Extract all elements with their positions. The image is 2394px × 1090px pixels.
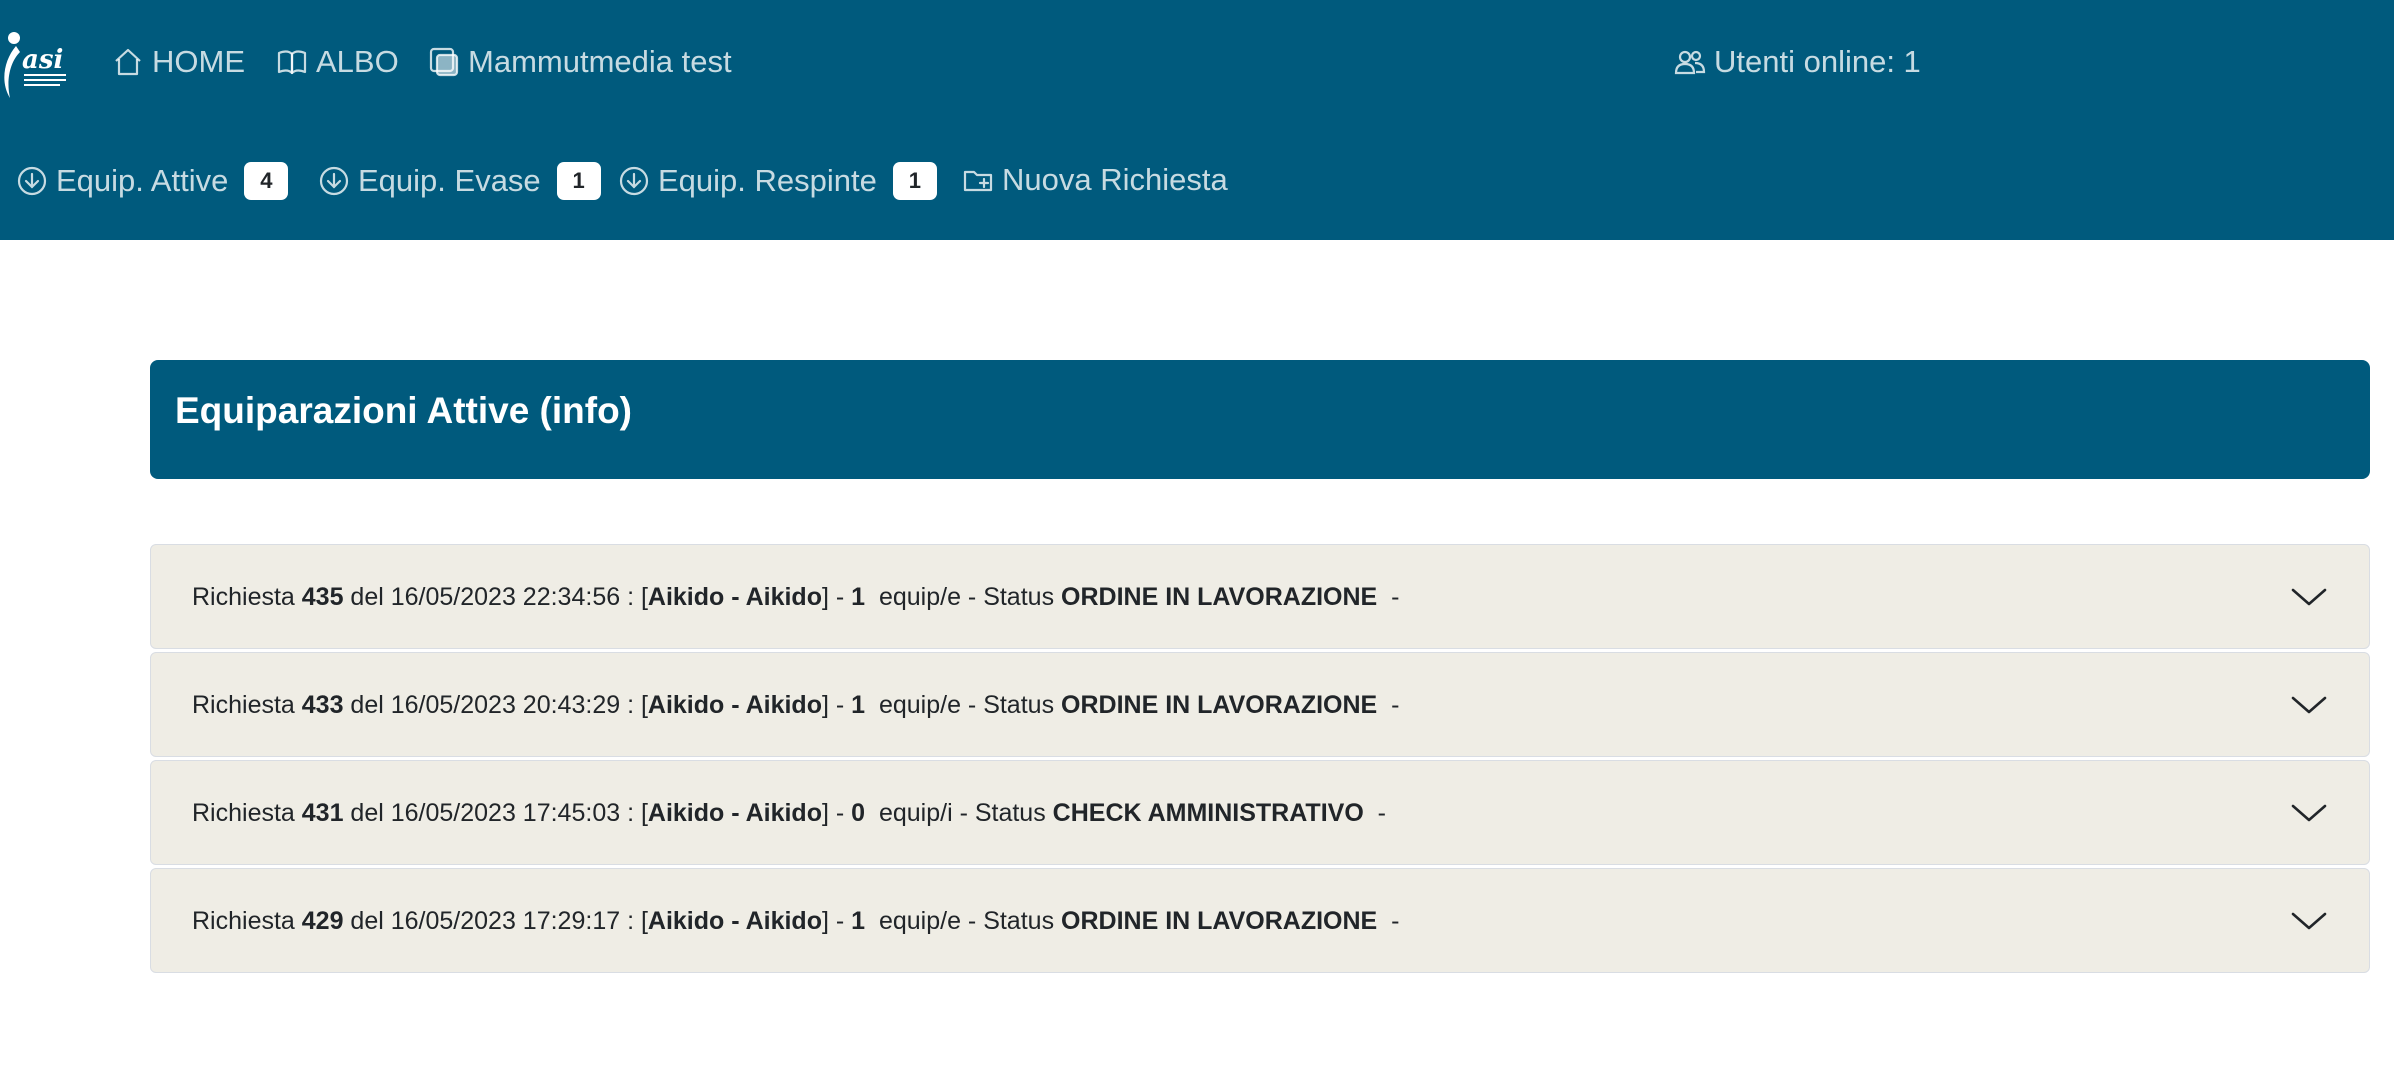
request-prefix: Richiesta: [192, 907, 302, 935]
respinte-count-badge: 1: [892, 162, 937, 200]
request-date: del 16/05/2023 17:29:17 : [: [343, 907, 648, 935]
tab-equip-attive-label: Equip. Attive: [56, 163, 229, 198]
request-date: del 16/05/2023 17:45:03 : [: [343, 799, 648, 827]
attive-count-badge: 4: [244, 162, 289, 200]
chevron-down-icon[interactable]: [2289, 905, 2329, 937]
request-count: 0: [851, 799, 866, 827]
request-summary: Richiesta 431 del 16/05/2023 17:45:03 : …: [192, 761, 1386, 866]
nav-user[interactable]: Mammutmedia test: [428, 44, 732, 80]
request-status: CHECK AMMINISTRATIVO: [1052, 799, 1364, 827]
request-count: 1: [851, 583, 866, 611]
request-discipline: Aikido - Aikido: [647, 907, 822, 935]
request-separator: ] -: [821, 691, 852, 719]
request-summary: Richiesta 435 del 16/05/2023 22:34:56 : …: [192, 545, 1399, 650]
request-separator: ] -: [821, 583, 852, 611]
request-separator: ] -: [821, 799, 852, 827]
request-unit: equip/i - Status: [865, 799, 1053, 827]
request-separator: ] -: [821, 907, 852, 935]
page-title: Equiparazioni Attive (info): [175, 390, 633, 431]
request-count: 1: [851, 907, 866, 935]
nav-albo-label: ALBO: [316, 44, 399, 79]
asi-logo[interactable]: asi: [2, 30, 70, 102]
request-prefix: Richiesta: [192, 691, 302, 719]
book-icon: [277, 50, 307, 75]
request-date: del 16/05/2023 22:34:56 : [: [343, 583, 648, 611]
online-users: Utenti online: 1: [1674, 44, 1921, 80]
request-prefix: Richiesta: [192, 583, 302, 611]
request-tail: -: [1377, 583, 1400, 611]
request-status: ORDINE IN LAVORAZIONE: [1061, 691, 1378, 719]
online-users-label: Utenti online: 1: [1714, 44, 1921, 79]
nav-home-label: HOME: [152, 44, 245, 79]
windows-icon: [429, 47, 459, 77]
request-tail: -: [1363, 799, 1386, 827]
tab-equip-attive[interactable]: Equip. Attive 4: [16, 162, 289, 200]
tab-nuova-richiesta-label: Nuova Richiesta: [1002, 162, 1228, 197]
request-id: 433: [301, 691, 344, 719]
folder-plus-icon: [963, 170, 993, 192]
nav-albo[interactable]: ALBO: [276, 44, 399, 80]
tab-equip-evase[interactable]: Equip. Evase 1: [318, 162, 601, 200]
request-discipline: Aikido - Aikido: [647, 691, 822, 719]
tab-equip-evase-label: Equip. Evase: [358, 163, 541, 198]
top-navbar: asi HOME ALBO Mammutmedia test Utenti on…: [0, 0, 2394, 240]
chevron-down-icon[interactable]: [2289, 797, 2329, 829]
request-summary: Richiesta 429 del 16/05/2023 17:29:17 : …: [192, 869, 1399, 974]
request-id: 431: [301, 799, 344, 827]
page-title-card: Equiparazioni Attive (info): [150, 360, 2370, 479]
request-prefix: Richiesta: [192, 799, 302, 827]
request-accordion-item[interactable]: Richiesta 429 del 16/05/2023 17:29:17 : …: [150, 868, 2370, 973]
request-status: ORDINE IN LAVORAZIONE: [1061, 907, 1378, 935]
request-status: ORDINE IN LAVORAZIONE: [1061, 583, 1378, 611]
request-unit: equip/e - Status: [865, 907, 1062, 935]
request-summary: Richiesta 433 del 16/05/2023 20:43:29 : …: [192, 653, 1399, 758]
request-accordion-item[interactable]: Richiesta 433 del 16/05/2023 20:43:29 : …: [150, 652, 2370, 757]
request-accordion-item[interactable]: Richiesta 431 del 16/05/2023 17:45:03 : …: [150, 760, 2370, 865]
chevron-down-icon[interactable]: [2289, 689, 2329, 721]
evase-count-badge: 1: [556, 162, 601, 200]
request-date: del 16/05/2023 20:43:29 : [: [343, 691, 648, 719]
tab-equip-respinte[interactable]: Equip. Respinte 1: [618, 162, 937, 200]
request-unit: equip/e - Status: [865, 583, 1062, 611]
request-discipline: Aikido - Aikido: [647, 799, 822, 827]
arrow-down-circle-icon: [619, 166, 649, 196]
nav-user-label: Mammutmedia test: [468, 44, 732, 79]
request-tail: -: [1377, 691, 1400, 719]
tab-nuova-richiesta[interactable]: Nuova Richiesta: [962, 162, 1228, 198]
arrow-down-circle-icon: [319, 166, 349, 196]
logo-text: asi: [22, 45, 63, 75]
primary-nav: asi HOME ALBO Mammutmedia test Utenti on…: [0, 0, 2394, 128]
request-id: 435: [301, 583, 344, 611]
request-discipline: Aikido - Aikido: [647, 583, 822, 611]
request-accordion-item[interactable]: Richiesta 435 del 16/05/2023 22:34:56 : …: [150, 544, 2370, 649]
nav-home[interactable]: HOME: [112, 44, 245, 80]
request-tail: -: [1377, 907, 1400, 935]
request-unit: equip/e - Status: [865, 691, 1062, 719]
request-id: 429: [301, 907, 344, 935]
chevron-down-icon[interactable]: [2289, 581, 2329, 613]
arrow-down-circle-icon: [17, 166, 47, 196]
users-icon: [1674, 50, 1706, 75]
home-icon: [115, 48, 141, 76]
tab-equip-respinte-label: Equip. Respinte: [658, 163, 877, 198]
request-count: 1: [851, 691, 866, 719]
